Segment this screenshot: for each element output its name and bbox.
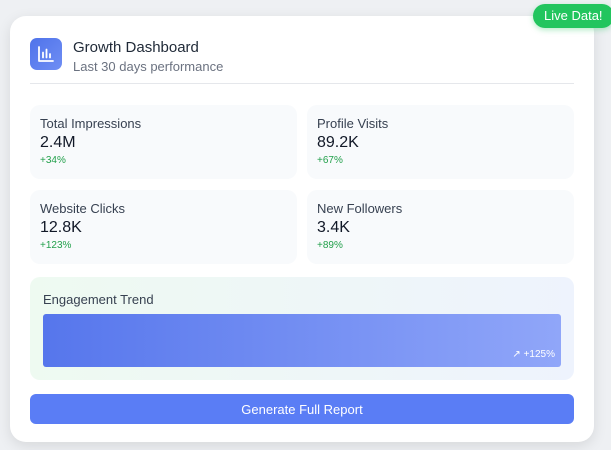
stat-label: Total Impressions [40,116,142,131]
stat-change: +34% [40,155,66,166]
stat-value: 2.4M [40,134,76,151]
stat-label: Website Clicks [40,201,126,216]
header-divider [30,83,574,84]
stat-value: 3.4K [317,219,350,236]
stat-value: 12.8K [40,219,82,236]
engagement-trend-title: Engagement Trend [43,292,154,307]
stat-change: +67% [317,155,343,166]
stat-card-profile-visits: Profile Visits 89.2K +67% [307,105,574,179]
page-subtitle: Last 30 days performance [73,59,224,74]
live-data-badge: Live Data! [533,4,611,28]
stat-change: +89% [317,240,343,251]
growth-dashboard-card: Growth Dashboard Last 30 days performanc… [10,16,594,442]
stat-change: +123% [40,240,72,251]
generate-full-report-button[interactable]: Generate Full Report [30,394,574,424]
stat-card-website-clicks: Website Clicks 12.8K +123% [30,190,297,264]
stat-label: Profile Visits [317,116,389,131]
stat-value: 89.2K [317,134,359,151]
engagement-trend-bar: ↗ +125% [43,314,561,367]
bar-chart-icon [30,38,62,70]
engagement-trend-panel: Engagement Trend ↗ +125% [30,277,574,380]
stat-card-total-impressions: Total Impressions 2.4M +34% [30,105,297,179]
stat-label: New Followers [317,201,403,216]
page-title: Growth Dashboard [73,39,199,56]
engagement-trend-change: ↗ +125% [512,349,555,360]
bar-chart-glyph [38,46,54,62]
stat-card-new-followers: New Followers 3.4K +89% [307,190,574,264]
dashboard-header: Growth Dashboard Last 30 days performanc… [30,38,574,84]
